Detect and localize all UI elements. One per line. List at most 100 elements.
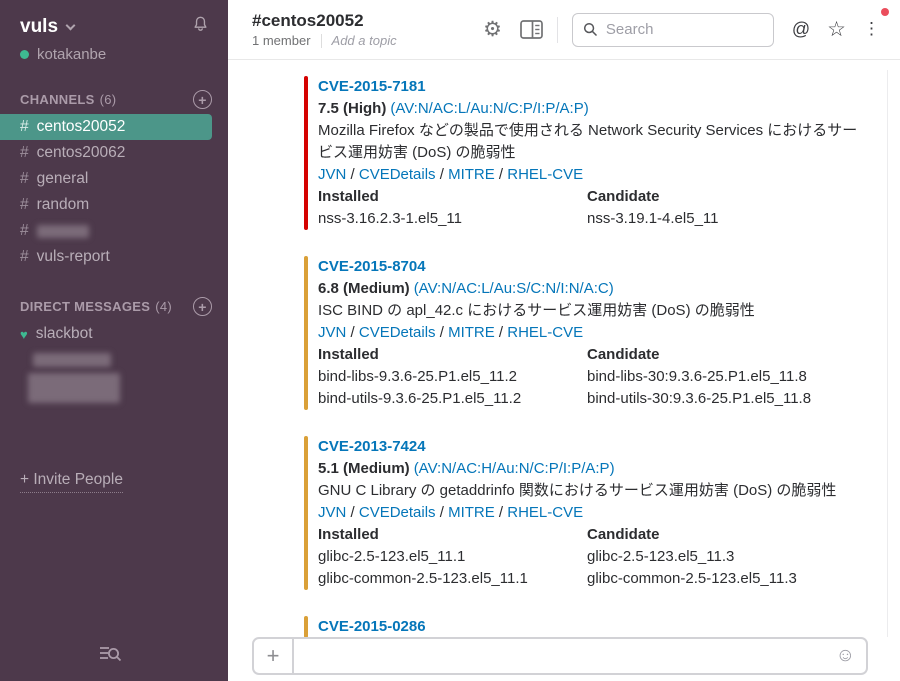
package-version: glibc-2.5-123.el5_11.3: [587, 546, 856, 568]
severity-bar: [304, 256, 308, 410]
link-separator: /: [346, 324, 359, 341]
link-rhel-cve[interactable]: RHEL-CVE: [507, 166, 583, 183]
link-separator: /: [495, 166, 508, 183]
link-separator: /: [495, 504, 508, 521]
link-cvedetails[interactable]: CVEDetails: [359, 166, 436, 183]
package-version: bind-libs-9.3.6-25.P1.el5_11.2: [318, 366, 587, 388]
cve-message: CVE-2013-74245.1 (Medium)(AV:N/AC:H/Au:N…: [304, 436, 900, 590]
notifications-bell-icon[interactable]: [191, 14, 210, 39]
gear-icon[interactable]: ⚙: [483, 19, 502, 40]
search-input[interactable]: [606, 21, 763, 38]
create-dm-button[interactable]: +: [193, 297, 212, 316]
link-separator: /: [495, 324, 508, 341]
package-version: bind-libs-30:9.3.6-25.P1.el5_11.8: [587, 366, 856, 388]
channel-name: general: [37, 170, 89, 188]
channels-label: CHANNELS: [20, 92, 95, 107]
unread-badge-dot: [881, 8, 889, 16]
cve-title-link[interactable]: CVE-2015-8704: [318, 256, 426, 278]
link-mitre[interactable]: MITRE: [448, 324, 495, 341]
dms-count: (4): [155, 299, 172, 314]
cve-title-link[interactable]: CVE-2015-7181: [318, 76, 426, 98]
more-options-button[interactable]: ⋮: [857, 18, 886, 41]
cve-summary: ISC BIND の apl_42.c におけるサービス運用妨害 (DoS) の…: [318, 300, 863, 322]
cve-message-body: CVE-2015-87046.8 (Medium)(AV:N/AC:L/Au:S…: [318, 256, 863, 410]
hash-prefix: #: [20, 170, 29, 188]
message-composer: + ☺: [252, 637, 868, 675]
link-mitre[interactable]: MITRE: [448, 166, 495, 183]
flexpane-toggle-icon[interactable]: [520, 20, 543, 39]
field-column: Installednss-3.16.2.3-1.el5_11: [318, 186, 587, 230]
cve-title-link[interactable]: CVE-2015-0286: [318, 616, 426, 637]
channel-name: centos20062: [37, 144, 126, 162]
link-cvedetails[interactable]: CVEDetails: [359, 504, 436, 521]
link-jvn[interactable]: JVN: [318, 504, 346, 521]
field-column: Installedbind-libs-9.3.6-25.P1.el5_11.2b…: [318, 344, 587, 410]
link-jvn[interactable]: JVN: [318, 324, 346, 341]
dms-label: DIRECT MESSAGES: [20, 299, 150, 314]
create-channel-button[interactable]: +: [193, 90, 212, 109]
sidebar-item-general[interactable]: # general: [0, 166, 228, 192]
field-title: Candidate: [587, 186, 856, 208]
attach-file-button[interactable]: +: [254, 639, 294, 673]
link-jvn[interactable]: JVN: [318, 166, 346, 183]
current-user-name: kotakanbe: [37, 46, 106, 63]
cve-message: CVE-2015-71817.5 (High)(AV:N/AC:L/Au:N/C…: [304, 76, 900, 230]
message-input[interactable]: [294, 648, 836, 665]
sidebar-item-redacted-dm[interactable]: [0, 347, 228, 373]
link-rhel-cve[interactable]: RHEL-CVE: [507, 504, 583, 521]
sidebar-item-centos20052[interactable]: #centos20052: [0, 114, 212, 140]
field-column: Candidatenss-3.19.1-4.el5_11: [587, 186, 856, 230]
cve-title-link[interactable]: CVE-2013-7424: [318, 436, 426, 458]
package-version: nss-3.16.2.3-1.el5_11: [318, 208, 587, 230]
field-column: Candidateglibc-2.5-123.el5_11.3glibc-com…: [587, 524, 856, 590]
current-user-presence[interactable]: kotakanbe: [0, 39, 228, 63]
channel-name: vuls-report: [37, 248, 110, 266]
cve-message-body: CVE-2013-74245.1 (Medium)(AV:N/AC:H/Au:N…: [318, 436, 863, 590]
hash-prefix: #: [20, 248, 29, 266]
link-separator: /: [436, 166, 449, 183]
add-topic-link[interactable]: Add a topic: [332, 32, 397, 50]
header-divider: [557, 17, 558, 43]
redacted-dm-name: [28, 373, 120, 403]
severity-bar: [304, 436, 308, 590]
starred-items-icon[interactable]: ☆: [827, 19, 846, 40]
severity-row: 7.5 (High)(AV:N/AC:L/Au:N/C:P/I:P/A:P): [318, 98, 863, 120]
cvss-vector-link[interactable]: (AV:N/AC:L/Au:N/C:P/I:P/A:P): [390, 100, 588, 117]
dms-section-header: DIRECT MESSAGES (4) +: [0, 297, 228, 321]
package-version: bind-utils-30:9.3.6-25.P1.el5_11.8: [587, 388, 856, 410]
package-version: bind-utils-9.3.6-25.P1.el5_11.2: [318, 388, 587, 410]
field-title: Candidate: [587, 344, 856, 366]
cve-message: CVE-2015-87046.8 (Medium)(AV:N/AC:L/Au:S…: [304, 256, 900, 410]
link-rhel-cve[interactable]: RHEL-CVE: [507, 324, 583, 341]
chevron-down-icon: [66, 20, 76, 30]
cvss-vector-link[interactable]: (AV:N/AC:H/Au:N/C:P/I:P/A:P): [414, 460, 615, 477]
package-version: glibc-2.5-123.el5_11.1: [318, 546, 587, 568]
team-menu-button[interactable]: vuls: [20, 16, 58, 38]
sidebar-item-vuls-report[interactable]: # vuls-report: [0, 244, 228, 270]
sidebar-item-redacted-dm[interactable]: [0, 373, 228, 413]
channel-title: #centos20052: [252, 10, 397, 31]
package-fields: Installedbind-libs-9.3.6-25.P1.el5_11.2b…: [318, 344, 863, 410]
sidebar-item-redacted-channel[interactable]: #: [0, 218, 228, 244]
search-box[interactable]: [572, 13, 774, 47]
channels-section-header: CHANNELS (6) +: [0, 90, 228, 114]
link-separator: /: [346, 504, 359, 521]
severity-row: 6.8 (Medium)(AV:N/AC:L/Au:S/C:N/I:N/A:C): [318, 278, 863, 300]
member-count[interactable]: 1 member: [252, 32, 311, 50]
link-separator: /: [436, 504, 449, 521]
sidebar-item-centos20062[interactable]: #centos20062: [0, 140, 228, 166]
severity-bar: [304, 616, 308, 637]
cvss-vector-link[interactable]: (AV:N/AC:L/Au:S/C:N/I:N/A:C): [414, 280, 614, 297]
channel-list-search-icon[interactable]: [0, 644, 228, 681]
mentions-at-icon[interactable]: @: [792, 19, 810, 40]
message-list[interactable]: CVE-2015-71817.5 (High)(AV:N/AC:L/Au:N/C…: [228, 60, 900, 637]
link-cvedetails[interactable]: CVEDetails: [359, 324, 436, 341]
cve-summary: Mozilla Firefox などの製品で使用される Network Secu…: [318, 120, 863, 164]
search-icon: [583, 22, 598, 37]
package-fields: Installedglibc-2.5-123.el5_11.1glibc-com…: [318, 524, 863, 590]
invite-people-link[interactable]: + Invite People: [20, 471, 123, 493]
sidebar-item-slackbot[interactable]: ♥slackbot: [0, 321, 228, 347]
sidebar-item-random[interactable]: #random: [0, 192, 228, 218]
emoji-picker-icon[interactable]: ☺: [836, 645, 855, 667]
link-mitre[interactable]: MITRE: [448, 504, 495, 521]
